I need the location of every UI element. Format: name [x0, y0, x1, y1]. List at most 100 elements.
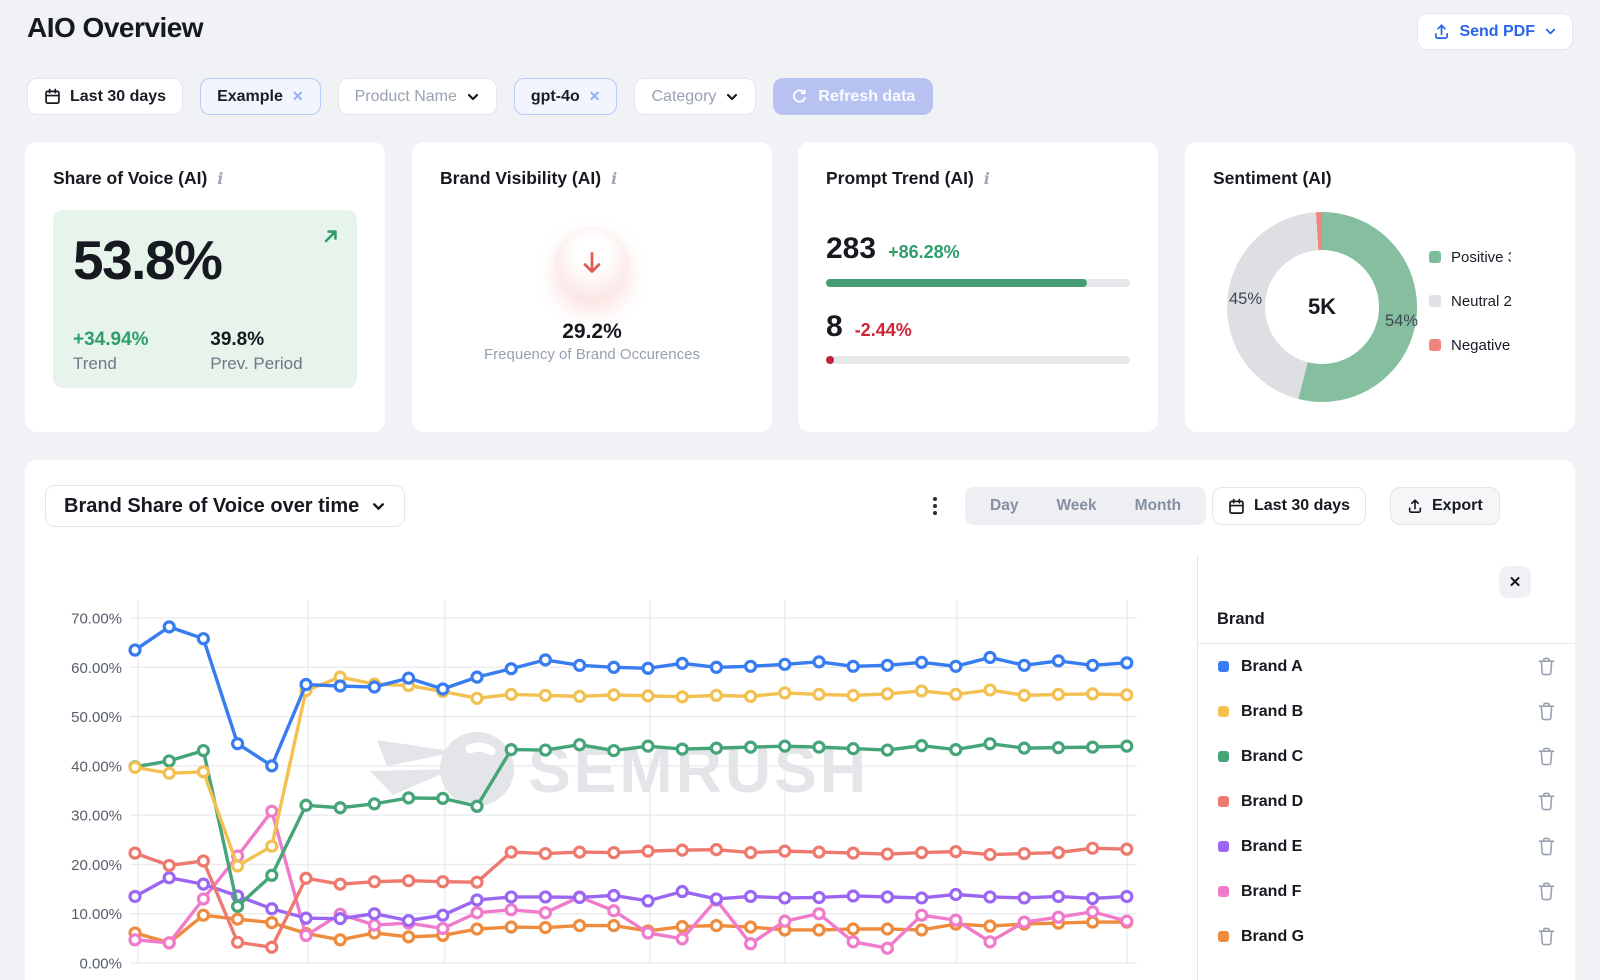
chevron-down-icon [371, 499, 386, 514]
chart-menu-kebab-icon[interactable] [923, 491, 947, 521]
brand-label: Brand E [1241, 838, 1538, 856]
brand-color-dot [1218, 886, 1229, 897]
delete-brand-button[interactable] [1538, 927, 1555, 946]
category-placeholder: Category [651, 88, 716, 106]
svg-text:50.00%: 50.00% [71, 709, 122, 726]
legend-item-positive: Positive 3 [1429, 246, 1511, 268]
share-of-voice-value: 53.8% [73, 228, 337, 292]
brand-legend-panel: ✕ Brand Brand ABrand BBrand CBrand DBran… [1197, 555, 1575, 980]
trash-icon [1538, 657, 1555, 676]
sentiment-legend: Positive 3 Neutral 2K Negative 3 [1429, 246, 1511, 378]
export-label: Export [1432, 497, 1483, 515]
delete-brand-button[interactable] [1538, 657, 1555, 676]
calendar-icon [1228, 498, 1245, 515]
send-pdf-label: Send PDF [1459, 23, 1535, 41]
trash-icon [1538, 792, 1555, 811]
prompt-progress-bar-up [826, 279, 1130, 287]
share-of-voice-line-chart: 0.00%10.00%20.00%30.00%40.00%50.00%60.00… [25, 555, 1197, 980]
delete-brand-button[interactable] [1538, 792, 1555, 811]
brand-row: Brand C [1198, 734, 1575, 779]
delete-brand-button[interactable] [1538, 702, 1555, 721]
positive-dot [1429, 251, 1441, 263]
trash-icon [1538, 837, 1555, 856]
svg-text:10.00%: 10.00% [71, 906, 122, 923]
brand-label: Brand F [1241, 883, 1538, 901]
neutral-dot [1429, 295, 1441, 307]
info-icon[interactable]: i [217, 169, 223, 188]
date-range-button[interactable]: Last 30 days [27, 78, 183, 115]
filter-chip-example[interactable]: Example ✕ [200, 78, 321, 115]
info-icon[interactable]: i [611, 169, 617, 188]
trash-icon [1538, 747, 1555, 766]
brand-label: Brand A [1241, 658, 1538, 676]
chart-title-dropdown[interactable]: Brand Share of Voice over time [45, 485, 405, 527]
export-button[interactable]: Export [1390, 487, 1500, 525]
send-pdf-button[interactable]: Send PDF [1417, 13, 1573, 50]
svg-text:60.00%: 60.00% [71, 660, 122, 677]
filter-chip-gpt4o-label: gpt-4o [531, 88, 580, 106]
trend-up-arrow-icon [321, 226, 341, 251]
arrow-down-icon [577, 248, 607, 278]
brand-label: Brand G [1241, 928, 1538, 946]
upload-icon [1433, 23, 1450, 40]
remove-chip-icon[interactable]: ✕ [292, 88, 304, 105]
card-title: Share of Voice (AI) [53, 168, 207, 189]
chart-date-range-label: Last 30 days [1254, 497, 1350, 515]
brand-row: Brand G [1198, 914, 1575, 959]
brand-share-of-voice-section: Brand Share of Voice over time Day Week … [25, 460, 1575, 980]
trash-icon [1538, 927, 1555, 946]
delete-brand-button[interactable] [1538, 747, 1555, 766]
brand-color-dot [1218, 796, 1229, 807]
delete-brand-button[interactable] [1538, 837, 1555, 856]
brand-label: Brand B [1241, 703, 1538, 721]
sentiment-card: Sentiment (AI) 5K 45% 54% Positive 3 Neu… [1185, 142, 1575, 432]
prompt-count2-change: -2.44% [855, 320, 912, 341]
svg-text:30.00%: 30.00% [71, 808, 122, 825]
prompt-count-change: +86.28% [888, 242, 960, 263]
filter-chip-example-label: Example [217, 88, 283, 106]
info-icon[interactable]: i [984, 169, 990, 188]
card-title: Prompt Trend (AI) [826, 168, 974, 189]
svg-text:40.00%: 40.00% [71, 758, 122, 775]
tab-month[interactable]: Month [1116, 497, 1200, 515]
legend-label: Neutral 2K [1451, 293, 1511, 310]
brand-row: Brand F [1198, 869, 1575, 914]
filter-chip-gpt4o[interactable]: gpt-4o ✕ [514, 78, 618, 115]
brand-row: Brand B [1198, 689, 1575, 734]
prev-period-label: Prev. Period [210, 354, 302, 374]
trash-icon [1538, 702, 1555, 721]
positive-percent-label: 54% [1385, 312, 1418, 331]
chevron-down-icon [725, 90, 739, 104]
chevron-down-icon [1544, 25, 1557, 38]
visibility-value: 29.2% [412, 320, 772, 344]
page-title: AIO Overview [27, 12, 203, 44]
refresh-data-label: Refresh data [818, 88, 915, 106]
category-dropdown[interactable]: Category [634, 78, 756, 115]
chart-date-range-button[interactable]: Last 30 days [1212, 487, 1366, 525]
brand-color-dot [1218, 661, 1229, 672]
close-panel-button[interactable]: ✕ [1499, 566, 1531, 598]
card-title: Brand Visibility (AI) [440, 168, 601, 189]
tab-week[interactable]: Week [1037, 497, 1115, 515]
brand-row: Brand A [1198, 644, 1575, 689]
share-of-voice-card: Share of Voice (AI) i 53.8% +34.94% Tren… [25, 142, 385, 432]
neutral-percent-label: 45% [1229, 290, 1262, 309]
refresh-data-button[interactable]: Refresh data [773, 78, 933, 115]
svg-text:0.00%: 0.00% [79, 956, 122, 973]
brand-color-dot [1218, 841, 1229, 852]
tab-day[interactable]: Day [971, 497, 1037, 515]
visibility-caption: Frequency of Brand Occurences [412, 346, 772, 363]
prompt-trend-card: Prompt Trend (AI) i 283 +86.28% 8 -2.44% [798, 142, 1158, 432]
brand-visibility-card: Brand Visibility (AI) i 29.2% Frequency … [412, 142, 772, 432]
legend-label: Negative 3 [1451, 337, 1511, 354]
trend-value: +34.94% [73, 329, 210, 351]
date-range-label: Last 30 days [70, 88, 166, 106]
legend-item-neutral: Neutral 2K [1429, 290, 1511, 312]
remove-chip-icon[interactable]: ✕ [589, 88, 601, 105]
product-name-dropdown[interactable]: Product Name [338, 78, 497, 115]
delete-brand-button[interactable] [1538, 882, 1555, 901]
brand-label: Brand D [1241, 793, 1538, 811]
brand-label: Brand C [1241, 748, 1538, 766]
brand-color-dot [1218, 931, 1229, 942]
chevron-down-icon [466, 90, 480, 104]
